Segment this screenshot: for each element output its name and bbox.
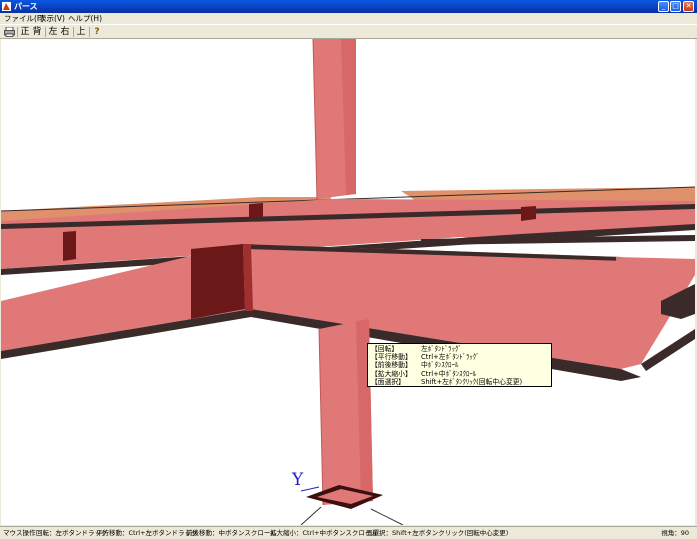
toolbar-separator	[89, 27, 90, 37]
status-zoom: 拡大縮小：Ctrl+中ボタンスクロール	[270, 529, 378, 537]
axis-y-label: Y	[291, 470, 304, 490]
app-icon	[2, 2, 11, 11]
operation-tooltip: 【回転】 左ﾎﾞﾀﾝﾄﾞﾗｯｸﾞ 【平行移動】 Ctrl+左ﾎﾞﾀﾝﾄﾞﾗｯｸﾞ 【…	[367, 343, 552, 387]
3d-viewport[interactable]: Y 【回転】 左ﾎﾞﾀﾝﾄﾞﾗｯｸﾞ 【平行移動】 Ctrl+左ﾎﾞﾀﾝﾄﾞﾗｯｸﾞ…	[1, 39, 695, 525]
tooltip-row: 【面選択】 Shift+左ﾎﾞﾀﾝｸﾘｯｸ(回転中心変更)	[371, 377, 523, 386]
toolbar-separator	[73, 27, 74, 37]
toolbar-separator	[45, 27, 46, 37]
menu-view[interactable]: 表示(V)	[39, 13, 65, 24]
menu-bar: ファイル(F) 表示(V) ヘルプ(H)	[0, 13, 697, 24]
toolbar-separator	[17, 27, 18, 37]
window-title: パース	[14, 2, 38, 11]
title-bar: パース _ □ ✕	[0, 0, 697, 13]
status-select: 面選択：Shift+左ボタンクリック(回転中心変更)	[366, 529, 509, 537]
top-view-button[interactable]: 上	[75, 26, 87, 38]
minimize-button[interactable]: _	[658, 1, 669, 12]
tooltip-row: 【拡大縮小】 Ctrl+中ﾎﾞﾀﾝｽｸﾛｰﾙ	[371, 369, 477, 378]
status-bar: マウス操作 回転：左ボタンドラッグ 平行移動：Ctrl+左ボタンドラッグ 前後移…	[0, 526, 697, 539]
print-button[interactable]	[3, 26, 15, 38]
status-mouse: マウス操作	[3, 529, 36, 537]
status-pan: 平行移動：Ctrl+左ボタンドラッグ	[96, 529, 198, 537]
back-view-button[interactable]: 背	[31, 26, 43, 38]
tooltip-row: 【回転】 左ﾎﾞﾀﾝﾄﾞﾗｯｸﾞ	[371, 345, 462, 353]
status-dolly: 前後移動：中ボタンスクロール	[186, 529, 277, 537]
tooltip-row: 【前後移動】 中ﾎﾞﾀﾝｽｸﾛｰﾙ	[371, 361, 459, 370]
maximize-button[interactable]: □	[670, 1, 681, 12]
steel-frame-render: Y	[1, 39, 695, 525]
printer-icon	[3, 26, 15, 37]
front-view-button[interactable]: 正	[19, 26, 31, 38]
right-view-button[interactable]: 右	[59, 26, 71, 38]
question-icon[interactable]: ?	[91, 26, 103, 38]
menu-help[interactable]: ヘルプ(H)	[68, 13, 102, 24]
left-view-button[interactable]: 左	[47, 26, 59, 38]
status-view-angle: 視角：90	[661, 529, 689, 537]
toolbar: 正 背 左 右 上 ?	[0, 24, 697, 39]
close-button[interactable]: ✕	[683, 1, 694, 12]
